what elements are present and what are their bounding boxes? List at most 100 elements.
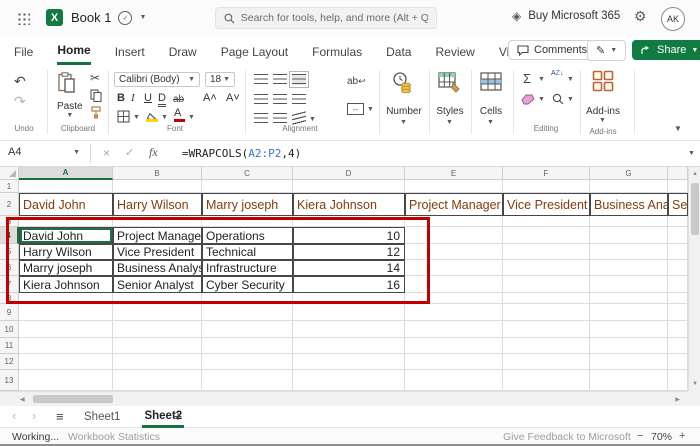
cell-G3[interactable] [590,216,668,227]
cell-A7[interactable]: Kiera Johnson [19,276,113,293]
zoom-out-icon[interactable]: − [637,430,643,442]
autosum-button[interactable]: Σ [523,71,531,86]
cells-button[interactable] [480,72,502,97]
name-box[interactable]: A4 ▼ [8,146,80,158]
cell-E9[interactable] [405,304,503,321]
cell-F9[interactable] [503,304,590,321]
cell-D8[interactable] [293,293,405,304]
scroll-down-icon[interactable]: ▼ [692,381,698,387]
cell-A5[interactable]: Harry Wilson [19,244,113,260]
cell-F10[interactable] [503,321,590,338]
cell-D5[interactable]: 12 [293,244,405,260]
cell-F13[interactable] [503,370,590,391]
cell-D1[interactable] [293,180,405,193]
collapse-ribbon-chevron-icon[interactable]: ▼ [674,124,682,133]
row-header-8[interactable]: 8 [0,293,19,304]
cell-H12[interactable] [668,354,688,370]
borders-button[interactable] [117,110,130,128]
row-header-7[interactable]: 7 [0,276,19,293]
scroll-up-icon[interactable]: ▲ [692,171,698,177]
cell-E6[interactable] [405,260,503,276]
all-sheets-menu-icon[interactable]: ≡ [56,409,64,424]
cell-H6[interactable] [668,260,688,276]
cell-G12[interactable] [590,354,668,370]
find-button[interactable] [552,92,564,110]
tab-insert[interactable]: Insert [115,39,145,64]
cell-D4[interactable]: 10 [293,227,405,244]
chevron-down-icon[interactable]: ▼ [567,96,574,103]
cell-C11[interactable] [202,338,293,354]
shrink-font-button[interactable]: A˅ [226,92,240,104]
search-input[interactable]: Search for tools, help, and more (Alt + … [215,7,437,29]
col-header-C[interactable]: C [202,167,293,180]
cell-H1[interactable] [668,180,688,193]
align-left-button[interactable] [254,94,268,105]
cell-D6[interactable]: 14 [293,260,405,276]
cell-G7[interactable] [590,276,668,293]
tab-page-layout[interactable]: Page Layout [221,39,288,64]
italic-button[interactable]: I [131,92,135,104]
tab-data[interactable]: Data [386,39,411,64]
cell-A9[interactable] [19,304,113,321]
spreadsheet-grid[interactable]: A B C D E F G 1 2 David John Harry Wilson Marry jos… [0,167,688,391]
cell-C4[interactable]: Operations [202,227,293,244]
horizontal-scroll-thumb[interactable] [33,395,113,403]
cell-E3[interactable] [405,216,503,227]
col-header-H[interactable] [668,167,688,180]
undo-button[interactable]: ↶ [14,73,26,90]
vertical-scrollbar[interactable]: ▲ ▼ [688,167,700,391]
cell-G2[interactable]: Business Analyst [590,193,668,216]
redo-button[interactable]: ↷ [14,93,26,110]
copy-button[interactable] [90,89,102,107]
cell-B12[interactable] [113,354,202,370]
cell-H2[interactable]: Senior Analyst [668,193,688,216]
cell-E12[interactable] [405,354,503,370]
cell-C8[interactable] [202,293,293,304]
strikethrough-button[interactable]: ab [173,94,184,105]
cell-B10[interactable] [113,321,202,338]
document-title-group[interactable]: Book 1 ✓ ▼ [71,10,146,25]
addins-button[interactable] [592,70,614,97]
chevron-down-icon[interactable]: ▼ [188,114,195,121]
next-sheet-icon[interactable]: › [32,408,36,423]
col-header-D[interactable]: D [293,167,405,180]
enter-icon[interactable]: ✓ [125,146,134,159]
cell-G10[interactable] [590,321,668,338]
cell-F11[interactable] [503,338,590,354]
increase-indent-button[interactable] [273,113,287,124]
cell-C10[interactable] [202,321,293,338]
cell-H5[interactable] [668,244,688,260]
col-header-G[interactable]: G [590,167,668,180]
cell-E8[interactable] [405,293,503,304]
buy-microsoft-365-button[interactable]: ◈ Buy Microsoft 365 [512,9,620,23]
insert-function-icon[interactable]: fx [149,145,158,160]
cell-E2[interactable]: Project Manager [405,193,503,216]
cell-G9[interactable] [590,304,668,321]
add-sheet-icon[interactable]: + [174,408,182,424]
cell-C1[interactable] [202,180,293,193]
cell-C2[interactable]: Marry joseph [202,193,293,216]
chevron-down-icon[interactable]: ▼ [309,116,316,123]
cell-H8[interactable] [668,293,688,304]
cell-E10[interactable] [405,321,503,338]
cell-E5[interactable] [405,244,503,260]
cell-F2[interactable]: Vice President [503,193,590,216]
cut-icon[interactable]: ✂ [90,71,100,85]
cell-A2[interactable]: David John [19,193,113,216]
chevron-down-icon[interactable]: ▼ [487,119,494,126]
cell-B11[interactable] [113,338,202,354]
zoom-level[interactable]: 70% [651,431,672,443]
cell-E13[interactable] [405,370,503,391]
cell-C5[interactable]: Technical [202,244,293,260]
editing-mode-button[interactable]: ✎ ▼ [587,40,627,61]
align-right-button[interactable] [292,94,306,105]
cell-A3[interactable] [19,216,113,227]
underline-button[interactable]: U [144,92,152,104]
cell-C13[interactable] [202,370,293,391]
chevron-down-icon[interactable]: ▼ [538,96,545,103]
select-all-corner[interactable] [0,167,19,180]
cell-C6[interactable]: Infrastructure [202,260,293,276]
decrease-indent-button[interactable] [254,113,268,124]
wrap-text-button[interactable]: ab↩ [347,76,366,87]
cell-B9[interactable] [113,304,202,321]
